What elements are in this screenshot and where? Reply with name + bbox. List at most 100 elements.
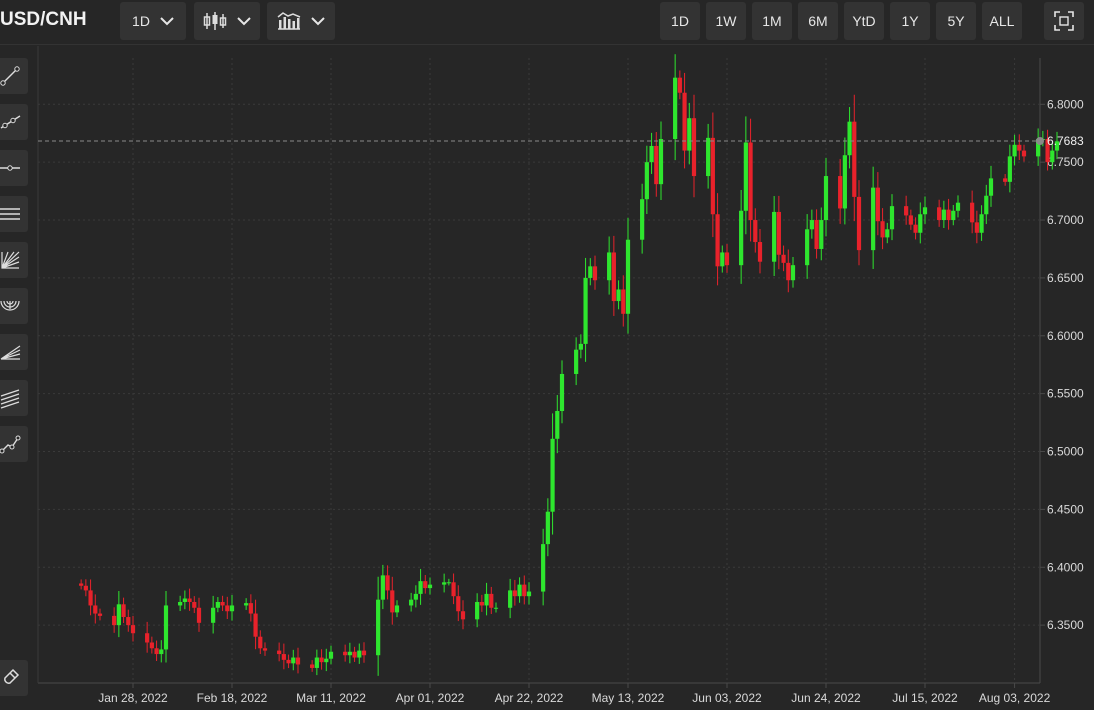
candle [93, 605, 98, 614]
candle [229, 605, 235, 612]
candle [385, 575, 390, 591]
candle [979, 214, 984, 233]
candle [1017, 144, 1022, 151]
candle [786, 262, 791, 281]
candle [427, 584, 433, 589]
y-tick-label: 6.6500 [1047, 271, 1084, 285]
candles [79, 54, 1060, 676]
candle [753, 220, 758, 243]
candle [937, 207, 942, 221]
x-tick-label: Jun 03, 2022 [692, 691, 762, 705]
candle [451, 582, 456, 597]
candle [423, 581, 428, 589]
x-tick-label: Jan 28, 2022 [98, 691, 168, 705]
candle [677, 77, 682, 93]
candle [805, 229, 810, 266]
candle [1050, 150, 1055, 163]
candle [409, 599, 414, 606]
y-tick-label: 6.4000 [1047, 560, 1084, 574]
candle [310, 664, 315, 668]
last-price-dot [1036, 136, 1044, 145]
candle [955, 202, 961, 211]
candle [838, 176, 843, 209]
candle [475, 601, 480, 620]
candle [493, 607, 499, 609]
candle [286, 659, 291, 664]
candle [885, 229, 890, 238]
candle [220, 601, 225, 606]
x-tick-label: Apr 01, 2022 [396, 691, 465, 705]
candle [145, 633, 150, 643]
candle [856, 196, 862, 251]
candle [607, 252, 612, 281]
x-tick-label: Apr 22, 2022 [495, 691, 564, 705]
candle [904, 206, 909, 216]
candle [724, 252, 730, 266]
candle [361, 650, 367, 656]
candle [418, 581, 423, 594]
candle [489, 593, 494, 608]
candle [446, 582, 451, 584]
candle [163, 605, 169, 650]
candle [192, 601, 197, 608]
candle [328, 651, 334, 659]
candle [776, 211, 781, 255]
candle [847, 121, 852, 156]
candle [545, 511, 550, 545]
candle [319, 657, 324, 663]
candle [88, 590, 93, 606]
x-tick-label: May 13, 2022 [592, 691, 665, 705]
candle [460, 611, 466, 620]
candle [673, 77, 678, 140]
candle [809, 220, 814, 230]
candle [295, 657, 301, 665]
price-chart[interactable]: 6.3500 6.4000 6.4500 6.5000 6.5500 6.6000 6.65… [0, 0, 1094, 710]
candle [710, 137, 715, 215]
candle [97, 613, 103, 616]
candle [1021, 150, 1027, 157]
candle [720, 252, 725, 267]
candle [225, 605, 230, 612]
candle [640, 199, 645, 240]
candle [588, 266, 593, 278]
candle [343, 651, 348, 656]
candle [715, 214, 720, 267]
y-tick-label: 6.4500 [1047, 502, 1084, 516]
candle [611, 252, 616, 302]
last-price-label: 6.7683 [1047, 134, 1084, 148]
candle [875, 187, 880, 222]
candle [621, 289, 626, 314]
candle [842, 155, 847, 209]
candle [649, 145, 654, 163]
candle [187, 598, 192, 602]
candle [211, 607, 216, 623]
candle [376, 599, 381, 656]
candle [819, 220, 824, 249]
candle [922, 207, 928, 215]
candle [244, 603, 249, 606]
candle [908, 215, 913, 225]
candle [625, 239, 631, 314]
candle [196, 607, 202, 623]
candle [314, 657, 319, 668]
candle [880, 221, 885, 238]
x-tick-label: Jun 24, 2022 [791, 691, 861, 705]
candle [277, 650, 282, 655]
candle [592, 266, 598, 281]
candle [574, 349, 579, 374]
candle [479, 601, 484, 606]
candle [541, 544, 546, 592]
candle [149, 642, 154, 649]
candle [517, 584, 522, 597]
candle [984, 195, 989, 215]
candle [253, 613, 258, 637]
candle [743, 142, 748, 211]
candle [258, 636, 263, 649]
candle [121, 604, 126, 618]
candle [526, 591, 532, 597]
candle [1012, 144, 1017, 157]
candle [644, 162, 649, 200]
candle [658, 139, 664, 185]
candle [413, 593, 418, 600]
candle [390, 590, 395, 613]
